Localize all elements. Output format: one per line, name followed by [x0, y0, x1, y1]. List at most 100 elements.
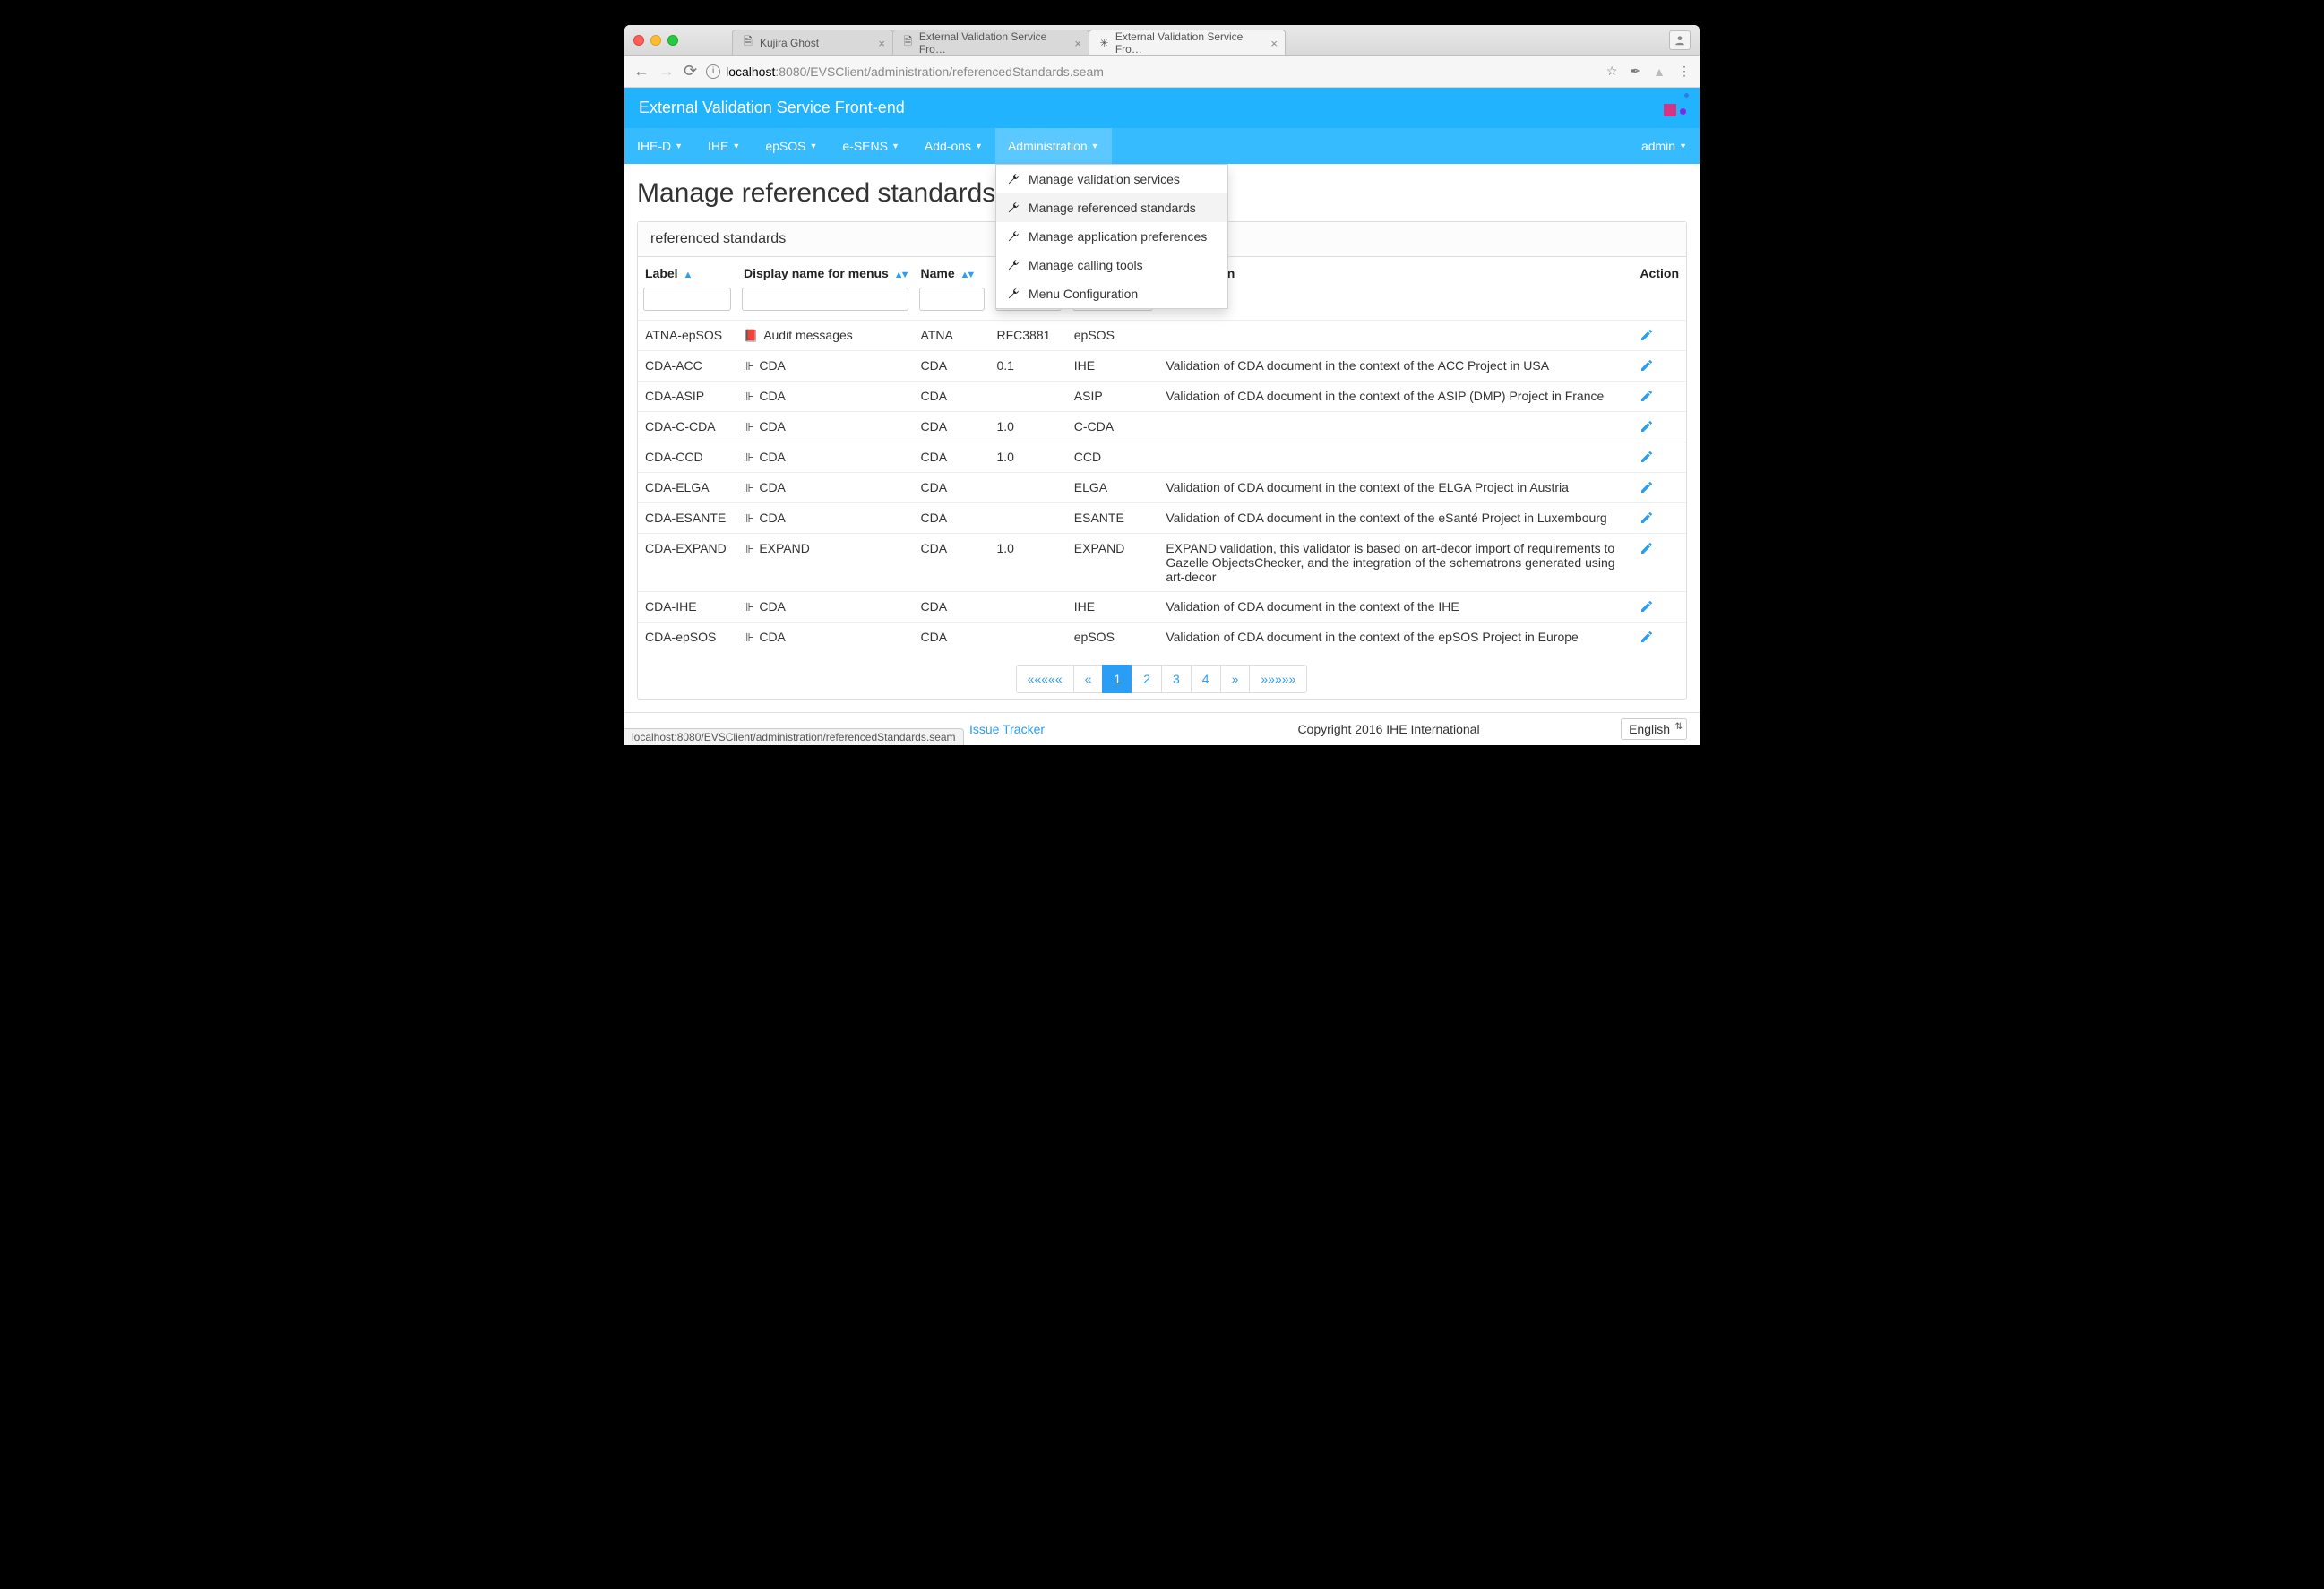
cell-label: ATNA-epSOS	[638, 321, 736, 351]
caret-down-icon: ▼	[891, 142, 899, 150]
cell-version	[990, 592, 1067, 623]
pager-page[interactable]: 4	[1191, 665, 1221, 693]
browser-tab[interactable]: 🗎 External Validation Service Fro… ×	[892, 30, 1089, 55]
menu-item-manage-referenced-standards[interactable]: Manage referenced standards	[996, 193, 1227, 222]
pager-last[interactable]: »»»»»	[1249, 665, 1307, 693]
cell-description: Validation of CDA document in the contex…	[1158, 351, 1632, 382]
filter-display-input[interactable]	[742, 288, 908, 311]
pencil-icon	[1640, 450, 1654, 464]
nav-user-menu[interactable]: admin▼	[1629, 128, 1700, 164]
cell-display: ⊪CDA	[736, 592, 914, 623]
cell-name: CDA	[914, 351, 990, 382]
tab-title: Kujira Ghost	[760, 37, 819, 49]
cell-description: Validation of CDA document in the contex…	[1158, 382, 1632, 412]
forward-button[interactable]: →	[658, 62, 675, 81]
column-header-display[interactable]: Display name for menus ▲▼	[736, 257, 914, 286]
browser-status-link: localhost:8080/EVSClient/administration/…	[624, 728, 964, 745]
edit-row-button[interactable]	[1640, 480, 1679, 494]
filter-name-input[interactable]	[919, 288, 985, 311]
menu-item-manage-calling-tools[interactable]: Manage calling tools	[996, 251, 1227, 279]
menu-item-menu-configuration[interactable]: Menu Configuration	[996, 279, 1227, 308]
cell-label: CDA-IHE	[638, 592, 736, 623]
cell-display: ⊪CDA	[736, 623, 914, 653]
url-path: /EVSClient/administration/referencedStan…	[806, 64, 1104, 79]
menu-item-manage-application-preferences[interactable]: Manage application preferences	[996, 222, 1227, 251]
nav-item-ihe[interactable]: IHE▼	[695, 128, 753, 164]
table-row: CDA-epSOS⊪CDACDAepSOSValidation of CDA d…	[638, 623, 1686, 653]
nav-item-administration[interactable]: Administration▼	[995, 128, 1112, 164]
caret-down-icon: ▼	[1679, 142, 1687, 150]
nav-item-addons[interactable]: Add-ons▼	[912, 128, 995, 164]
address-bar[interactable]: i localhost:8080/EVSClient/administratio…	[706, 64, 1597, 79]
wrench-icon	[1007, 173, 1020, 185]
chrome-profile-button[interactable]	[1669, 30, 1691, 50]
table-row: CDA-IHE⊪CDACDAIHEValidation of CDA docum…	[638, 592, 1686, 623]
close-tab-icon[interactable]: ×	[878, 37, 885, 50]
edit-row-button[interactable]	[1640, 541, 1679, 555]
cell-label: CDA-epSOS	[638, 623, 736, 653]
nav-item-ihe-d[interactable]: IHE-D▼	[624, 128, 695, 164]
edit-row-button[interactable]	[1640, 599, 1679, 614]
tab-title: External Validation Service Fro…	[919, 30, 1063, 56]
browser-tab[interactable]: 🗎 Kujira Ghost ×	[732, 30, 893, 55]
table-row: CDA-C-CDA⊪CDACDA1.0C-CDA	[638, 412, 1686, 442]
app-logo-icon	[1664, 93, 1689, 116]
menu-item-manage-validation-services[interactable]: Manage validation services	[996, 165, 1227, 193]
pager-prev[interactable]: «	[1073, 665, 1104, 693]
pencil-icon	[1640, 541, 1654, 555]
edit-row-button[interactable]	[1640, 450, 1679, 464]
bookmark-star-icon[interactable]: ☆	[1606, 64, 1618, 79]
reload-button[interactable]: ⟳	[684, 62, 697, 81]
edit-row-button[interactable]	[1640, 419, 1679, 434]
extension-cloud-icon[interactable]: ▲	[1653, 64, 1666, 79]
pager-next[interactable]: »	[1220, 665, 1251, 693]
cell-name: ATNA	[914, 321, 990, 351]
zoom-window-button[interactable]	[667, 35, 678, 46]
pager-page[interactable]: 1	[1102, 665, 1132, 693]
cell-version	[990, 503, 1067, 534]
cell-name: CDA	[914, 503, 990, 534]
language-select[interactable]: English	[1621, 718, 1687, 740]
close-tab-icon[interactable]: ×	[1074, 37, 1081, 50]
column-header-description[interactable]: Description	[1158, 257, 1632, 286]
wrench-icon	[1007, 230, 1020, 243]
cell-label: CDA-CCD	[638, 442, 736, 473]
hl7-icon: ⊪	[744, 390, 753, 403]
window-controls	[633, 35, 678, 46]
close-window-button[interactable]	[633, 35, 644, 46]
minimize-window-button[interactable]	[650, 35, 661, 46]
wrench-icon	[1007, 288, 1020, 300]
column-header-label[interactable]: Label ▲	[638, 257, 736, 286]
edit-row-button[interactable]	[1640, 389, 1679, 403]
extension-icon[interactable]: ✒	[1630, 64, 1640, 79]
cell-description	[1158, 442, 1632, 473]
edit-row-button[interactable]	[1640, 358, 1679, 373]
cell-version: 0.1	[990, 351, 1067, 382]
cell-display: ⊪CDA	[736, 382, 914, 412]
cell-version	[990, 623, 1067, 653]
edit-row-button[interactable]	[1640, 511, 1679, 525]
hl7-icon: ⊪	[744, 600, 753, 614]
tab-title: External Validation Service Fro…	[1115, 30, 1260, 56]
edit-row-button[interactable]	[1640, 328, 1679, 342]
column-header-name[interactable]: Name ▲▼	[914, 257, 990, 286]
filter-label-input[interactable]	[643, 288, 731, 311]
nav-item-esens[interactable]: e-SENS▼	[830, 128, 912, 164]
site-info-icon[interactable]: i	[706, 64, 720, 79]
cell-description: Validation of CDA document in the contex…	[1158, 592, 1632, 623]
table-row: CDA-ELGA⊪CDACDAELGAValidation of CDA doc…	[638, 473, 1686, 503]
browser-tab-active[interactable]: ✳ External Validation Service Fro… ×	[1089, 30, 1286, 55]
close-tab-icon[interactable]: ×	[1270, 37, 1278, 50]
table-row: ATNA-epSOS📕Audit messagesATNARFC3881epSO…	[638, 321, 1686, 351]
cell-name: CDA	[914, 412, 990, 442]
pager-page[interactable]: 3	[1161, 665, 1192, 693]
nav-item-epsos[interactable]: epSOS▼	[753, 128, 830, 164]
sort-asc-icon: ▲	[683, 270, 693, 280]
pager-first[interactable]: «««««	[1016, 665, 1074, 693]
back-button[interactable]: ←	[633, 62, 650, 81]
cell-version: 1.0	[990, 534, 1067, 592]
cell-version: RFC3881	[990, 321, 1067, 351]
chrome-menu-icon[interactable]: ⋮	[1678, 64, 1691, 79]
edit-row-button[interactable]	[1640, 630, 1679, 644]
pager-page[interactable]: 2	[1132, 665, 1162, 693]
